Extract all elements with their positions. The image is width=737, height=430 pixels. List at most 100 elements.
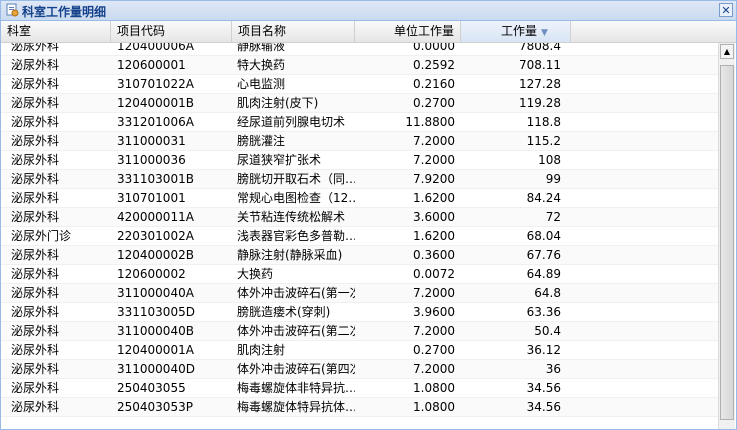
dept-cell: 泌尿外科: [11, 305, 60, 319]
name-cell: 膀胱灌注: [237, 134, 286, 148]
dept-cell: 泌尿外科: [11, 191, 60, 205]
name-cell: 经尿道前列腺电切术: [237, 115, 346, 129]
unit-workload-cell: 0.0072: [413, 267, 455, 281]
unit-workload-cell: 7.2000: [413, 134, 455, 148]
table-row[interactable]: 泌尿外科 311000040A 体外冲击波碎石(第一次) 7.2000 64.8: [1, 284, 718, 303]
workload-cell: 34.56: [526, 400, 561, 414]
table-row[interactable]: 泌尿外科 310701001 常规心电图检查（12… 1.6200 84.24: [1, 189, 718, 208]
column-header-name[interactable]: 项目名称: [232, 21, 355, 42]
name-cell: 体外冲击波碎石(第一次): [237, 286, 355, 300]
table-row[interactable]: 泌尿外科 311000036 尿道狭窄扩张术 7.2000 108: [1, 151, 718, 170]
table-row[interactable]: 泌尿外科 331103005D 膀胱造瘘术(穿刺) 3.9600 63.36: [1, 303, 718, 322]
scroll-up-button[interactable]: ▲: [720, 44, 734, 59]
workload-cell: 64.89: [526, 267, 561, 281]
unit-workload-cell: 7.9200: [413, 172, 455, 186]
code-cell: 120400001B: [117, 96, 194, 110]
workload-cell: 7808.4: [519, 43, 561, 53]
column-header-unit[interactable]: 单位工作量: [355, 21, 461, 42]
name-cell: 静脉注射(静脉采血): [237, 248, 343, 262]
name-cell: 关节粘连传统松解术: [237, 210, 346, 224]
column-header-label: 工作量: [501, 24, 538, 38]
dept-cell: 泌尿外科: [11, 362, 60, 376]
dept-cell: 泌尿外科: [11, 248, 60, 262]
code-cell: 120600001: [117, 58, 186, 72]
code-cell: 311000031: [117, 134, 186, 148]
workload-cell: 115.2: [526, 134, 561, 148]
table-row[interactable]: 泌尿外科 331103001B 膀胱切开取石术（同… 7.9200 99: [1, 170, 718, 189]
table-row[interactable]: 泌尿外科 120400002B 静脉注射(静脉采血) 0.3600 67.76: [1, 246, 718, 265]
dept-cell: 泌尿外门诊: [11, 229, 72, 243]
dept-cell: 泌尿外科: [11, 343, 60, 357]
code-cell: 331103001B: [117, 172, 194, 186]
code-cell: 420000011A: [117, 210, 194, 224]
close-button[interactable]: ✕: [719, 3, 733, 17]
table-row[interactable]: 泌尿外科 420000011A 关节粘连传统松解术 3.6000 72: [1, 208, 718, 227]
dept-cell: 泌尿外科: [11, 400, 60, 414]
workload-detail-window: 科室工作量明细 ✕ 科室 项目代码 项目名称 单位工作量 工作量 ▼ 泌尿外科 12…: [0, 0, 737, 430]
report-icon: [6, 3, 19, 17]
table-row[interactable]: 泌尿外科 120400001A 肌肉注射 0.2700 36.12: [1, 341, 718, 360]
column-header-workload[interactable]: 工作量 ▼: [461, 21, 571, 42]
scroll-thumb[interactable]: [720, 65, 734, 420]
table-row[interactable]: 泌尿外科 311000040B 体外冲击波碎石(第二次) 7.2000 50.4: [1, 322, 718, 341]
unit-workload-cell: 3.6000: [413, 210, 455, 224]
unit-workload-cell: 3.9600: [413, 305, 455, 319]
table-row[interactable]: 泌尿外科 311000031 膀胱灌注 7.2000 115.2: [1, 132, 718, 151]
table-row[interactable]: 泌尿外科 250403053P 梅毒螺旋体特异抗体… 1.0800 34.56: [1, 398, 718, 417]
unit-workload-cell: 0.2700: [413, 343, 455, 357]
unit-workload-cell: 0.2700: [413, 96, 455, 110]
grid-body[interactable]: 泌尿外科 120400006A 静脉输液 0.0000 7808.4 泌尿外科 120600…: [1, 43, 718, 429]
dept-cell: 泌尿外科: [11, 77, 60, 91]
unit-workload-cell: 7.2000: [413, 153, 455, 167]
unit-workload-cell: 1.6200: [413, 191, 455, 205]
workload-cell: 84.24: [526, 191, 561, 205]
table-row[interactable]: 泌尿外科 331201006A 经尿道前列腺电切术 11.8800 118.8: [1, 113, 718, 132]
name-cell: 心电监测: [237, 77, 286, 91]
vertical-scrollbar[interactable]: ▲: [718, 43, 735, 429]
code-cell: 120400006A: [117, 43, 194, 53]
workload-cell: 99: [545, 172, 561, 186]
table-row[interactable]: 泌尿外科 120400001B 肌肉注射(皮下) 0.2700 119.28: [1, 94, 718, 113]
code-cell: 250403055: [117, 381, 186, 395]
table-row[interactable]: 泌尿外科 311000040D 体外冲击波碎石(第四次) 7.2000 36: [1, 360, 718, 379]
workload-cell: 118.8: [526, 115, 561, 129]
name-cell: 膀胱切开取石术（同…: [237, 172, 355, 186]
dept-cell: 泌尿外科: [11, 134, 60, 148]
name-cell: 浅表器官彩色多普勒…: [237, 229, 355, 243]
workload-cell: 34.56: [526, 381, 561, 395]
code-cell: 311000040B: [117, 324, 194, 338]
name-cell: 膀胱造瘘术(穿刺): [237, 305, 331, 319]
unit-workload-cell: 11.8800: [405, 115, 455, 129]
table-row[interactable]: 泌尿外科 120600001 特大换药 0.2592 708.11: [1, 56, 718, 75]
column-header-label: 单位工作量: [393, 24, 454, 38]
dept-cell: 泌尿外科: [11, 115, 60, 129]
code-cell: 311000040D: [117, 362, 195, 376]
workload-cell: 68.04: [526, 229, 561, 243]
column-header-code[interactable]: 项目代码: [111, 21, 232, 42]
code-cell: 331201006A: [117, 115, 194, 129]
dept-cell: 泌尿外科: [11, 267, 60, 281]
table-row[interactable]: 泌尿外科 120400006A 静脉输液 0.0000 7808.4: [1, 43, 718, 56]
name-cell: 体外冲击波碎石(第二次): [237, 324, 355, 338]
table-row[interactable]: 泌尿外科 120600002 大换药 0.0072 64.89: [1, 265, 718, 284]
name-cell: 梅毒螺旋体特异抗体…: [237, 400, 355, 414]
table-row[interactable]: 泌尿外科 310701022A 心电监测 0.2160 127.28: [1, 75, 718, 94]
unit-workload-cell: 7.2000: [413, 324, 455, 338]
column-header-label: 项目名称: [238, 24, 287, 38]
code-cell: 310701001: [117, 191, 186, 205]
unit-workload-cell: 0.0000: [413, 43, 455, 53]
name-cell: 体外冲击波碎石(第四次): [237, 362, 355, 376]
unit-workload-cell: 7.2000: [413, 286, 455, 300]
name-cell: 肌肉注射(皮下): [237, 96, 319, 110]
column-header-label: 科室: [7, 24, 32, 38]
unit-workload-cell: 0.2592: [413, 58, 455, 72]
table-row[interactable]: 泌尿外门诊 220301002A 浅表器官彩色多普勒… 1.6200 68.04: [1, 227, 718, 246]
workload-cell: 63.36: [526, 305, 561, 319]
table-row[interactable]: 泌尿外科 250403055 梅毒螺旋体非特异抗… 1.0800 34.56: [1, 379, 718, 398]
code-cell: 311000036: [117, 153, 186, 167]
name-cell: 静脉输液: [237, 43, 286, 53]
window-titlebar[interactable]: 科室工作量明细 ✕: [1, 1, 736, 21]
arrow-up-icon: ▲: [723, 47, 731, 56]
name-cell: 常规心电图检查（12…: [237, 191, 355, 205]
column-header-dept[interactable]: 科室: [1, 21, 111, 42]
